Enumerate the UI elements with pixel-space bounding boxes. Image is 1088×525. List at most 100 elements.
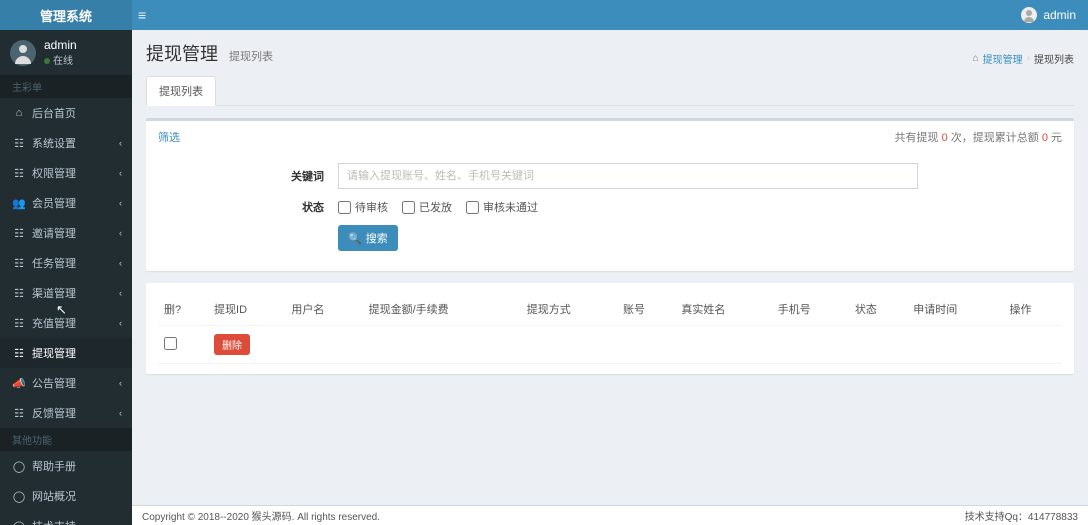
sidebar-item-后台首页[interactable]: ⌂ 后台首页 xyxy=(0,98,132,128)
breadcrumb-current: 提现列表 xyxy=(1034,51,1074,66)
circle-icon: ◯ xyxy=(12,490,26,503)
chevron-left-icon: ‹ xyxy=(119,198,122,208)
breadcrumb-root[interactable]: 提现管理 xyxy=(983,51,1023,66)
status-checkbox[interactable] xyxy=(466,201,479,214)
sidebar-item-label: 充值管理 xyxy=(32,315,76,331)
table-col: 账号 xyxy=(617,293,675,326)
sidebar-item-充值管理[interactable]: ☷ 充值管理 ‹ xyxy=(0,308,132,338)
footer-right: 技术支持Qq：414778833 xyxy=(965,508,1078,523)
sidebar-item-label: 反馈管理 xyxy=(32,405,76,421)
status-options: 待审核已发放审核未通过 xyxy=(338,199,538,215)
status-checkbox[interactable] xyxy=(338,201,351,214)
navbar: ≡ admin xyxy=(132,7,1088,23)
dashboard-icon: ☷ xyxy=(12,347,26,360)
sidebar-toggle-icon[interactable]: ≡ xyxy=(138,7,146,23)
table-col: 提现ID xyxy=(208,293,285,326)
logo[interactable]: 管理系统 xyxy=(0,0,132,30)
user-status: 在线 xyxy=(53,56,73,67)
sidebar-item-label: 技术支持 xyxy=(32,518,76,525)
dashboard-icon: ☷ xyxy=(12,317,26,330)
keyword-input[interactable] xyxy=(338,163,918,189)
dashboard-icon: ☷ xyxy=(12,257,26,270)
sidebar-item-权限管理[interactable]: ☷权限管理‹ xyxy=(0,158,132,188)
user-panel: admin 在线 xyxy=(0,30,132,75)
sidebar-item-label: 后台首页 xyxy=(32,105,76,121)
dashboard-icon: ☷ xyxy=(12,407,26,420)
tabs: 提现列表 xyxy=(146,76,1074,106)
filter-title: 筛选 xyxy=(158,129,180,145)
table-col: 用户名 xyxy=(285,293,362,326)
footer: Copyright © 2018--2020 猴头源码. All rights … xyxy=(132,505,1088,525)
sidebar-item-label: 帮助手册 xyxy=(32,458,76,474)
chevron-left-icon: ‹ xyxy=(119,258,122,268)
status-option[interactable]: 已发放 xyxy=(402,199,452,215)
sidebar-item-label: 权限管理 xyxy=(32,165,76,181)
circle-icon: ◯ xyxy=(12,460,26,473)
delete-button[interactable]: 删除 xyxy=(214,334,250,355)
sidebar-item-label: 提现管理 xyxy=(32,345,76,361)
user-name: admin xyxy=(44,38,77,52)
chevron-left-icon: ‹ xyxy=(119,318,122,328)
home-icon: ⌂ xyxy=(12,107,26,119)
dashboard-icon: ☷ xyxy=(12,227,26,240)
table-action-row: 删除 xyxy=(158,326,1062,364)
chevron-left-icon: ‹ xyxy=(119,408,122,418)
table-col: 删? xyxy=(158,293,208,326)
table-header-row: 删?提现ID用户名提现金额/手续费提现方式账号真实姓名手机号状态申请时间操作 xyxy=(158,293,1062,326)
sidebar-item-系统设置[interactable]: ☷ 系统设置 ‹ xyxy=(0,128,132,158)
content-wrapper: 提现管理 提现列表 ⌂ 提现管理 › 提现列表 提现列表 筛选 共有提现 0 次… xyxy=(132,30,1088,505)
sidebar: admin 在线 主彩单 ⌂后台首页☷系统设置‹☷权限管理‹👥会员管理‹☷邀请管… xyxy=(0,30,132,525)
search-button[interactable]: 🔍 搜索 xyxy=(338,225,398,251)
table-col: 申请时间 xyxy=(907,293,1003,326)
sidebar-item-提现管理[interactable]: ☷ 提现管理 xyxy=(0,338,132,368)
sidebar-item-label: 网站概况 xyxy=(32,488,76,504)
withdraw-table: 删?提现ID用户名提现金额/手续费提现方式账号真实姓名手机号状态申请时间操作 删… xyxy=(158,293,1062,364)
table-col: 手机号 xyxy=(772,293,849,326)
table-box: 删?提现ID用户名提现金额/手续费提现方式账号真实姓名手机号状态申请时间操作 删… xyxy=(146,283,1074,374)
sidebar-item-帮助手册[interactable]: ◯ 帮助手册 xyxy=(0,451,132,481)
side-menu-other: ◯ 帮助手册 ◯ 网站概况 ◯ 技术支持 xyxy=(0,451,132,525)
filter-box: 筛选 共有提现 0 次，提现累计总额 0 元 关键词 状态 待审核已发放审核未通… xyxy=(146,118,1074,271)
online-dot-icon xyxy=(44,58,50,64)
page-subtitle: 提现列表 xyxy=(229,51,273,63)
circle-icon: ◯ xyxy=(12,520,26,525)
dashboard-icon: ☷ xyxy=(12,287,26,300)
table-col: 提现方式 xyxy=(521,293,617,326)
nav-user[interactable]: admin xyxy=(1021,7,1076,23)
chevron-left-icon: ‹ xyxy=(119,288,122,298)
sidebar-item-任务管理[interactable]: ☷ 任务管理 ‹ xyxy=(0,248,132,278)
users-icon: 👥 xyxy=(12,197,26,210)
user-avatar-icon xyxy=(10,40,36,66)
sidebar-item-公告管理[interactable]: 📣 公告管理 ‹ xyxy=(0,368,132,398)
content: 提现列表 筛选 共有提现 0 次，提现累计总额 0 元 关键词 xyxy=(132,76,1088,388)
select-all-checkbox[interactable] xyxy=(164,337,177,350)
table-col: 真实姓名 xyxy=(675,293,771,326)
sidebar-item-渠道管理[interactable]: ☷ 渠道管理 ‹ xyxy=(0,278,132,308)
chevron-left-icon: ‹ xyxy=(119,138,122,148)
status-option[interactable]: 审核未通过 xyxy=(466,199,538,215)
sidebar-item-label: 系统设置 xyxy=(32,135,76,151)
sidebar-item-会员管理[interactable]: 👥 会员管理 ‹ xyxy=(0,188,132,218)
sidebar-item-label: 渠道管理 xyxy=(32,285,76,301)
nav-user-name: admin xyxy=(1043,8,1076,22)
sidebar-item-网站概况[interactable]: ◯ 网站概况 xyxy=(0,481,132,511)
side-menu-main: ⌂后台首页☷系统设置‹☷权限管理‹👥会员管理‹☷邀请管理‹☷任务管理‹☷渠道管理… xyxy=(0,98,132,428)
chevron-left-icon: ‹ xyxy=(119,378,122,388)
table-col: 提现金额/手续费 xyxy=(363,293,521,326)
tab-withdraw-list[interactable]: 提现列表 xyxy=(146,76,216,106)
status-checkbox[interactable] xyxy=(402,201,415,214)
sidebar-item-label: 公告管理 xyxy=(32,375,76,391)
search-icon: 🔍 xyxy=(348,232,362,245)
sidebar-item-技术支持[interactable]: ◯ 技术支持 xyxy=(0,511,132,525)
table-col: 状态 xyxy=(849,293,907,326)
sidebar-item-label: 任务管理 xyxy=(32,255,76,271)
bullhorn-icon: 📣 xyxy=(12,377,26,390)
status-label: 状态 xyxy=(158,199,338,215)
sidebar-item-label: 邀请管理 xyxy=(32,225,76,241)
sidebar-item-邀请管理[interactable]: ☷邀请管理‹ xyxy=(0,218,132,248)
kw-label: 关键词 xyxy=(158,168,338,184)
sidebar-item-label: 会员管理 xyxy=(32,195,76,211)
status-option[interactable]: 待审核 xyxy=(338,199,388,215)
sidebar-item-反馈管理[interactable]: ☷ 反馈管理 ‹ xyxy=(0,398,132,428)
dashboard-icon: ☷ xyxy=(12,137,26,150)
